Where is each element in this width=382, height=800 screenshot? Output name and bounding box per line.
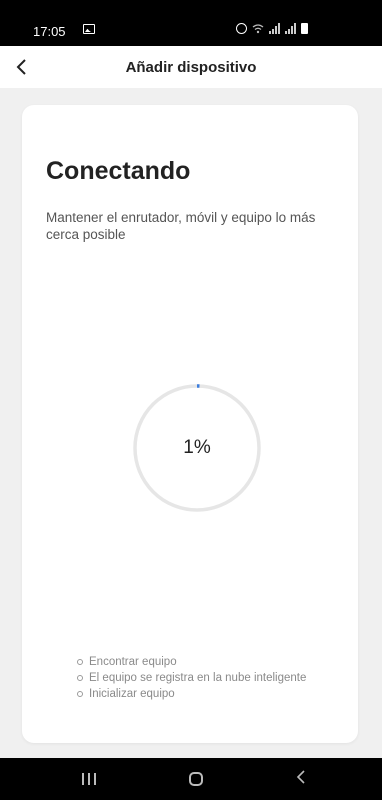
page-title: Añadir dispositivo [125, 59, 257, 76]
wifi-icon [252, 23, 264, 34]
alarm-icon [236, 23, 247, 34]
step-item: El equipo se registra en la nube intelig… [75, 670, 306, 686]
card-description: Mantener el enrutador, móvil y equipo lo… [46, 210, 316, 242]
image-icon [83, 24, 95, 34]
signal-icon [285, 23, 296, 34]
connecting-card: Conectando Mantener el enrutador, móvil … [22, 105, 358, 743]
status-bar: 17:05 [0, 0, 382, 46]
progress-ring: 1% [132, 383, 262, 513]
status-icons [236, 23, 308, 34]
battery-icon [301, 23, 308, 34]
step-item: Encontrar equipo [75, 654, 306, 670]
back-icon [296, 770, 305, 784]
status-time: 17:05 [33, 24, 66, 39]
recents-button[interactable] [82, 773, 96, 785]
signal-icon [269, 23, 280, 34]
card-title: Conectando [46, 157, 191, 185]
step-item: Inicializar equipo [75, 686, 306, 702]
steps-list: Encontrar equipo El equipo se registra e… [75, 654, 306, 702]
home-button[interactable] [189, 772, 203, 786]
system-nav-bar [0, 758, 382, 800]
progress-percent: 1% [183, 437, 211, 458]
app-header: Añadir dispositivo [0, 46, 382, 88]
system-back-button[interactable] [296, 769, 306, 789]
